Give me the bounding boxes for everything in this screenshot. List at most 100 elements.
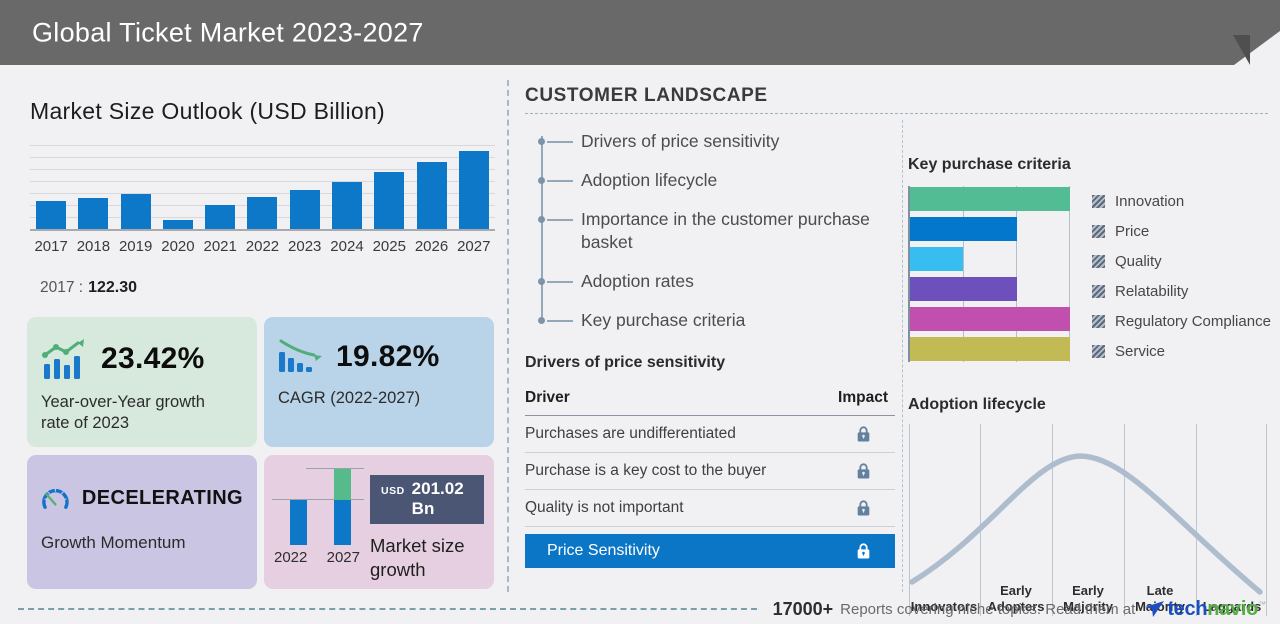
table-row: Purchases are undifferentiated — [525, 416, 895, 453]
technavio-logo[interactable]: tech navio ™ — [1145, 598, 1266, 621]
kpc-legend: Innovation Price Quality Relatability Regula… — [1092, 186, 1271, 366]
bar-column — [453, 145, 495, 229]
x-tick-label: 2020 — [161, 238, 195, 255]
legend-label: Regulatory Compliance — [1115, 312, 1271, 330]
landscape-topic-list: Drivers of price sensitivity Adoption lif… — [525, 122, 897, 332]
price-sensitivity-table: Driver Impact Purchases are undifferenti… — [525, 382, 895, 568]
growth-segment — [334, 469, 351, 500]
adoption-lifecycle-chart: Innovators Early Adopters Early Majority La… — [908, 424, 1268, 616]
bar-column — [199, 145, 241, 229]
key-purchase-criteria-title: Key purchase criteria — [908, 156, 1071, 173]
bar-2024 — [331, 182, 362, 229]
legend-label: Quality — [1115, 252, 1162, 270]
impact-cell — [831, 425, 895, 443]
bar-column — [368, 145, 410, 229]
impact-cell — [831, 462, 895, 480]
legend-hatch-icon — [1092, 284, 1105, 298]
bullet-dot-icon — [538, 216, 545, 223]
kpc-gridline — [1016, 186, 1017, 362]
bar-2027 — [334, 469, 351, 545]
bar-chart-plot — [30, 145, 495, 231]
landscape-item-label: Key purchase criteria — [581, 310, 746, 330]
price-sensitivity-title: Drivers of price sensitivity — [525, 354, 726, 371]
kpc-bar-innovation — [910, 187, 1070, 211]
landscape-list-item: Adoption rates — [525, 270, 881, 293]
cagr-value: 19.82% — [336, 340, 440, 373]
logo-text-tech: tech — [1167, 597, 1208, 620]
report-count: 17000+ — [772, 598, 834, 619]
driver-cell: Purchase is a key cost to the buyer — [525, 462, 767, 479]
table-header-row: Driver Impact — [525, 382, 895, 416]
bar-2026 — [416, 162, 447, 229]
bar-column — [326, 145, 368, 229]
legend-item: Service — [1092, 336, 1271, 366]
kpc-gridline — [1069, 186, 1070, 362]
base-year-note: 2017 :122.30 — [40, 279, 505, 297]
driver-column-header: Driver — [525, 389, 570, 406]
bar-2019 — [120, 194, 151, 229]
legend-label: Innovation — [1115, 192, 1185, 210]
price-sensitivity-block: Drivers of price sensitivity Driver Impa… — [525, 354, 897, 568]
bar-2017 — [36, 201, 67, 229]
base-year-label: 2017 : — [40, 279, 84, 296]
currency-label: USD — [381, 485, 405, 497]
highlighted-row-price-sensitivity: Price Sensitivity — [525, 534, 895, 568]
x-tick-label: 2027 — [457, 238, 491, 255]
adoption-lifecycle-title: Adoption lifecycle — [908, 396, 1046, 413]
footer-text: Reports covering niche topics. Read them… — [840, 600, 1136, 618]
bullet-connector — [547, 219, 573, 221]
customer-landscape-section: CUSTOMER LANDSCAPE Drivers of price sens… — [525, 85, 1271, 616]
landscape-item-label: Drivers of price sensitivity — [581, 131, 780, 151]
growth-bars-icon — [42, 339, 84, 379]
key-purchase-criteria-chart: Innovation Price Quality Relatability Regula… — [908, 186, 1271, 366]
yoy-growth-value: 23.42% — [101, 342, 205, 375]
x-tick-label: 2017 — [34, 238, 68, 255]
cagr-card: 19.82% CAGR (2022-2027) — [264, 317, 494, 447]
momentum-value: DECELERATING — [81, 486, 243, 509]
section-divider-dashed — [507, 80, 509, 592]
speedometer-icon — [42, 488, 69, 509]
bar-2023 — [289, 190, 320, 229]
bullet-connector — [547, 141, 573, 143]
bar-column — [410, 145, 452, 229]
bar-2018 — [78, 198, 109, 229]
impact-cell — [831, 499, 895, 517]
x-tick-label: 2023 — [288, 238, 322, 255]
bar-chart-x-axis: 2017 2018 2019 2020 2021 2022 2023 2024 2025 2026… — [30, 238, 495, 255]
bar-column — [30, 145, 72, 229]
bullet-dot-icon — [538, 278, 545, 285]
bar-2027 — [458, 151, 489, 229]
kpc-bar-relatability — [910, 277, 1017, 301]
impact-column-header: Impact — [838, 389, 888, 406]
kpc-bar-price — [910, 217, 1017, 241]
x-tick-label: 2021 — [203, 238, 237, 255]
legend-item: Innovation — [1092, 186, 1271, 216]
landscape-list-item: Importance in the customer purchase bask… — [525, 208, 881, 254]
landscape-item-label: Importance in the customer purchase bask… — [581, 209, 870, 252]
base-segment — [334, 500, 351, 545]
bar-column — [115, 145, 157, 229]
lock-icon — [857, 543, 869, 559]
highlighted-row-label: Price Sensitivity — [547, 542, 660, 559]
page-title: Global Ticket Market 2023-2027 — [32, 17, 424, 47]
landscape-title: CUSTOMER LANDSCAPE — [525, 85, 768, 106]
declining-bars-icon — [279, 339, 322, 372]
x-tick-label: 2026 — [414, 238, 449, 255]
legend-item: Relatability — [1092, 276, 1271, 306]
bullet-dot-icon — [538, 317, 545, 324]
x-tick-label: 2024 — [330, 238, 364, 255]
market-size-outlook-section: Market Size Outlook (USD Billion) 2017 20… — [18, 80, 505, 589]
legend-hatch-icon — [1092, 194, 1105, 208]
landscape-list-item: Adoption lifecycle — [525, 169, 881, 192]
legend-label: Service — [1115, 342, 1166, 360]
bar-column — [157, 145, 199, 229]
legend-hatch-icon — [1092, 314, 1105, 328]
landscape-item-label: Adoption rates — [581, 271, 694, 291]
x-tick-label: 2019 — [118, 238, 153, 255]
bar-2025 — [374, 172, 405, 229]
lock-icon — [857, 463, 869, 479]
landscape-list-item: Key purchase criteria — [525, 309, 881, 332]
logo-text-navio: navio — [1207, 597, 1258, 620]
kpc-bar-service — [910, 337, 1070, 361]
legend-item: Price — [1092, 216, 1271, 246]
